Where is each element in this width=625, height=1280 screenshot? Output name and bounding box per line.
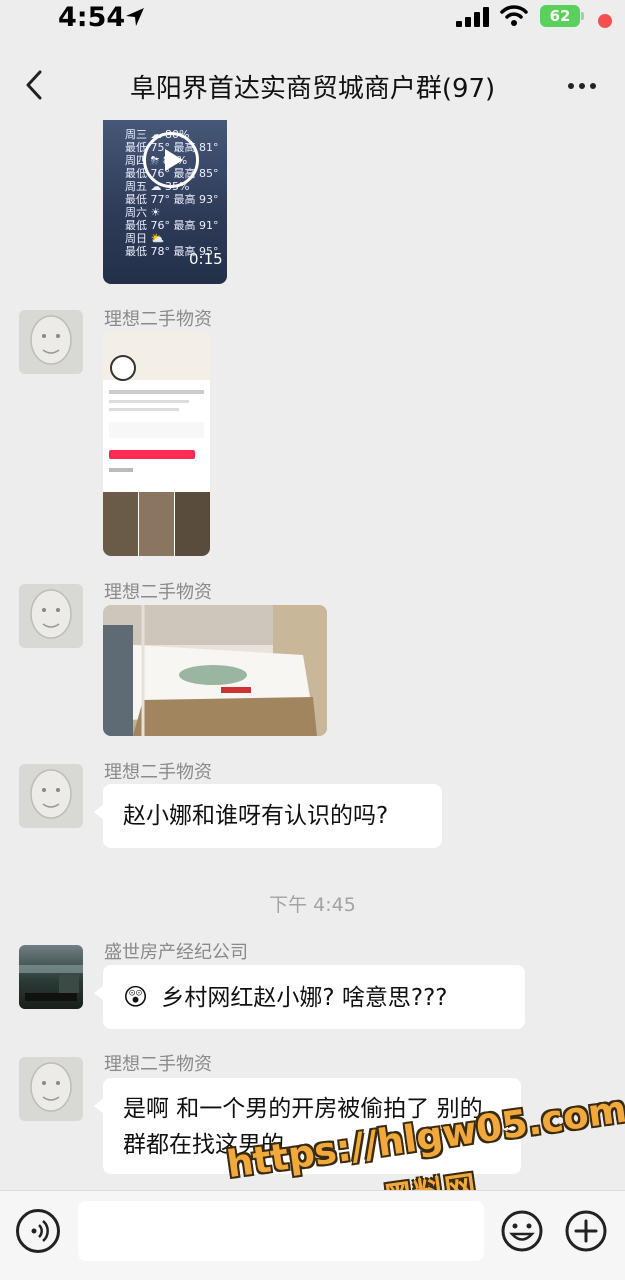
emoji-button[interactable] <box>500 1209 544 1253</box>
cellular-signal-icon <box>456 7 489 27</box>
notification-dot <box>598 14 612 28</box>
status-bar: 4:54 62 <box>0 0 625 40</box>
status-time: 4:54 <box>58 2 126 33</box>
message-text: 乡村网红赵小娜? 啥意思??? <box>161 985 448 1011</box>
sender-name: 理想二手物资 <box>104 582 212 603</box>
message-input[interactable] <box>78 1201 484 1261</box>
voice-input-button[interactable] <box>16 1209 60 1253</box>
sender-name: 理想二手物资 <box>104 309 212 330</box>
weather-row: 最低 76° 最高 91° <box>125 219 219 232</box>
location-arrow-icon <box>126 8 144 26</box>
avatar[interactable] <box>19 764 83 828</box>
avatar[interactable] <box>19 584 83 648</box>
avatar[interactable] <box>19 310 83 374</box>
video-message[interactable]: 周三 ☁ 80% 最低 75° 最高 81° 周四 ⛈ 80% 最低 76° 最… <box>103 120 227 284</box>
play-icon[interactable] <box>143 132 199 188</box>
battery-level: 62 <box>549 7 571 25</box>
chat-title: 阜阳界首达实商贸城商户群(97) <box>129 74 496 104</box>
weather-row: 周六 ☀ <box>125 206 161 219</box>
more-options-button[interactable] <box>562 72 602 98</box>
avatar[interactable] <box>19 945 83 1009</box>
time-divider: 下午 4:45 <box>269 894 356 916</box>
more-functions-button[interactable] <box>564 1209 608 1253</box>
message-bubble[interactable]: 😲 乡村网红赵小娜? 啥意思??? <box>94 965 525 1029</box>
image-message[interactable] <box>103 332 210 556</box>
weather-row: 周日 ⛅ <box>125 232 165 245</box>
sender-name: 理想二手物资 <box>104 1054 212 1075</box>
avatar[interactable] <box>19 1057 83 1121</box>
chat-message-list[interactable]: 周三 ☁ 80% 最低 75° 最高 81° 周四 ⛈ 80% 最低 76° 最… <box>0 120 625 1190</box>
wifi-icon <box>500 5 528 26</box>
sender-name: 理想二手物资 <box>104 762 212 783</box>
sender-name: 盛世房产经纪公司 <box>104 942 248 963</box>
weather-row: 最低 77° 最高 93° <box>125 193 219 206</box>
input-bar <box>0 1190 625 1280</box>
image-message[interactable] <box>103 605 327 736</box>
voice-icon <box>31 1220 49 1242</box>
message-bubble[interactable]: 赵小娜和谁呀有认识的吗? <box>94 784 442 848</box>
battery-icon: 62 <box>540 5 584 27</box>
nav-bar: 阜阳界首达实商贸城商户群(97) <box>0 50 625 120</box>
astonished-emoji-icon: 😲 <box>123 983 149 1011</box>
message-text: 赵小娜和谁呀有认识的吗? <box>123 803 389 829</box>
video-duration: 0:15 <box>189 250 223 268</box>
back-chevron-icon[interactable] <box>18 66 52 104</box>
